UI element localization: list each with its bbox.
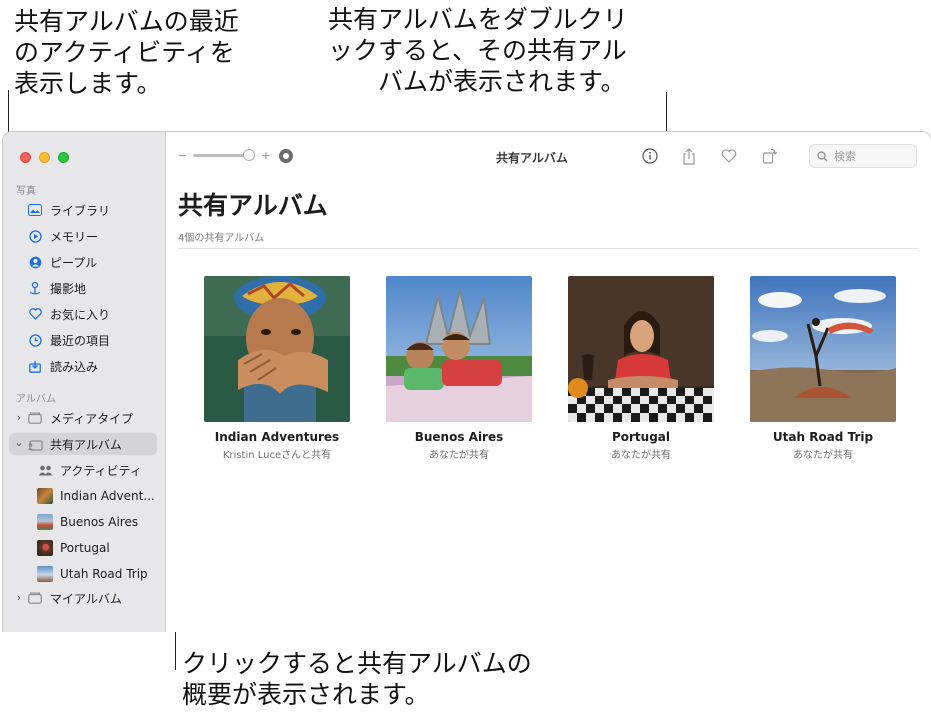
album-cover[interactable] [204, 276, 350, 422]
chevron-right-icon[interactable]: › [13, 591, 25, 604]
sidebar-item-label: ピープル [50, 255, 98, 270]
page-title: 共有アルバム [178, 191, 328, 220]
album-title: Indian Adventures [214, 430, 340, 444]
sidebar-item-label: お気に入り [50, 307, 111, 322]
sidebar-item-my-albums[interactable]: › マイアルバム [9, 587, 157, 609]
album-title: Portugal [611, 430, 671, 444]
sidebar-item-label: メモリー [50, 229, 99, 244]
album-thumbnail [37, 566, 53, 582]
sidebar-item-label: 共有アルバム [50, 437, 122, 452]
sidebar-item-label: 撮影地 [50, 281, 87, 296]
sidebar-item-places[interactable]: 撮影地 [9, 277, 157, 299]
album-count: 4個の共有アルバム [178, 233, 265, 244]
search-field[interactable]: 検索 [809, 144, 917, 168]
memories-icon [27, 228, 43, 244]
callout-double-click: 共有アルバムをダブルクリ ックすると、その共有アル バムが表示されます。 [328, 5, 628, 96]
heart-icon[interactable] [719, 146, 739, 166]
sidebar-item-library[interactable]: ライブラリ [9, 199, 157, 221]
album-thumbnail [37, 488, 53, 504]
main-content: 共有アルバム 4個の共有アルバム Indian Adventures Krist… [166, 182, 931, 632]
photo-library-icon [27, 202, 43, 218]
sidebar-item-label: Utah Road Trip [60, 567, 148, 581]
rotate-icon[interactable] [759, 146, 779, 166]
folder-icon [27, 410, 43, 426]
sidebar-item-label: マイアルバム [50, 591, 122, 606]
sidebar-item-recents[interactable]: 最近の項目 [9, 329, 157, 351]
album-thumbnail [37, 514, 53, 530]
album-buenos-aires[interactable]: Buenos Aires あなたが共有 [386, 276, 532, 461]
album-title: Utah Road Trip [772, 430, 874, 444]
chevron-right-icon[interactable]: › [13, 411, 25, 424]
zoom-button[interactable] [58, 152, 69, 163]
album-portugal[interactable]: Portugal あなたが共有 [568, 276, 714, 461]
toolbar-title: 共有アルバム [496, 151, 568, 165]
album-cover[interactable] [386, 276, 532, 422]
people-icon [27, 254, 43, 270]
window-controls [20, 152, 69, 163]
callout-click-overview: クリックすると共有アルバムの 概要が表示されます。 [182, 649, 532, 709]
album-owner: あなたが共有 [793, 450, 853, 461]
folder-icon [27, 590, 43, 606]
photos-window: 写真 ライブラリ メモリー ピープル 撮影地 お気に入り 最近の項目 読み込み … [2, 131, 931, 632]
album-owner: あなたが共有 [429, 450, 489, 461]
sidebar-item-activity[interactable]: アクティビティ [9, 459, 157, 481]
sidebar-section-photos: 写真 [16, 186, 36, 197]
sidebar-item-label: 最近の項目 [50, 333, 111, 348]
clock-icon [27, 332, 43, 348]
callout-activity: 共有アルバムの最近 のアクティビティを 表示します。 [14, 7, 239, 98]
search-placeholder[interactable]: 検索 [834, 148, 856, 164]
divider [178, 248, 919, 249]
album-owner: あなたが共有 [611, 450, 671, 461]
sidebar-item-people[interactable]: ピープル [9, 251, 157, 273]
places-icon [27, 280, 43, 296]
activity-icon [37, 462, 53, 478]
toolbar: − + 共有アルバム 検索 [166, 132, 931, 182]
info-icon[interactable] [640, 146, 660, 166]
sidebar-item-media-types[interactable]: › メディアタイプ [9, 407, 157, 429]
sidebar-item-shared-albums[interactable]: ⌄ 共有アルバム [9, 433, 157, 455]
album-cover[interactable] [750, 276, 896, 422]
zoom-track[interactable] [193, 149, 256, 161]
import-icon [27, 358, 43, 374]
sidebar-item-label: アクティビティ [60, 463, 142, 478]
chevron-down-icon[interactable]: ⌄ [13, 436, 25, 449]
heart-icon [27, 306, 43, 322]
sidebar-item-favorites[interactable]: お気に入り [9, 303, 157, 325]
album-cover[interactable] [568, 276, 714, 422]
album-owner: Kristin Luceさんと共有 [222, 450, 332, 461]
sidebar-section-albums: アルバム [16, 394, 56, 405]
share-icon[interactable] [679, 146, 699, 166]
sidebar: 写真 ライブラリ メモリー ピープル 撮影地 お気に入り 最近の項目 読み込み … [3, 132, 166, 632]
sidebar-item-label: メディアタイプ [50, 411, 134, 426]
sidebar-item-label: Buenos Aires [60, 515, 139, 529]
sidebar-item-memories[interactable]: メモリー [9, 225, 157, 247]
album-indian-adventures[interactable]: Indian Adventures Kristin Luceさんと共有 [204, 276, 350, 461]
sidebar-item-label: Indian Advent... [60, 489, 155, 503]
slideshow-icon[interactable] [279, 149, 293, 163]
sidebar-item-portugal[interactable]: Portugal [9, 537, 157, 559]
zoom-slider[interactable]: − + [178, 149, 270, 162]
sidebar-item-label: 読み込み [50, 359, 99, 374]
sidebar-item-imports[interactable]: 読み込み [9, 355, 157, 377]
sidebar-item-label: Portugal [60, 541, 110, 555]
shared-album-icon [27, 436, 43, 452]
zoom-in-icon[interactable]: + [261, 149, 270, 162]
album-thumbnail [37, 540, 53, 556]
close-button[interactable] [20, 152, 31, 163]
sidebar-item-utah-road-trip[interactable]: Utah Road Trip [9, 563, 157, 585]
sidebar-item-label: ライブラリ [50, 203, 111, 218]
sidebar-item-buenos-aires[interactable]: Buenos Aires [9, 511, 157, 533]
search-icon [817, 150, 828, 162]
sidebar-item-indian-adventures[interactable]: Indian Advent... [9, 485, 157, 507]
album-title: Buenos Aires [414, 430, 504, 444]
album-utah-road-trip[interactable]: Utah Road Trip あなたが共有 [750, 276, 896, 461]
zoom-knob[interactable] [243, 149, 256, 161]
zoom-out-icon[interactable]: − [178, 149, 187, 162]
minimize-button[interactable] [39, 152, 50, 163]
